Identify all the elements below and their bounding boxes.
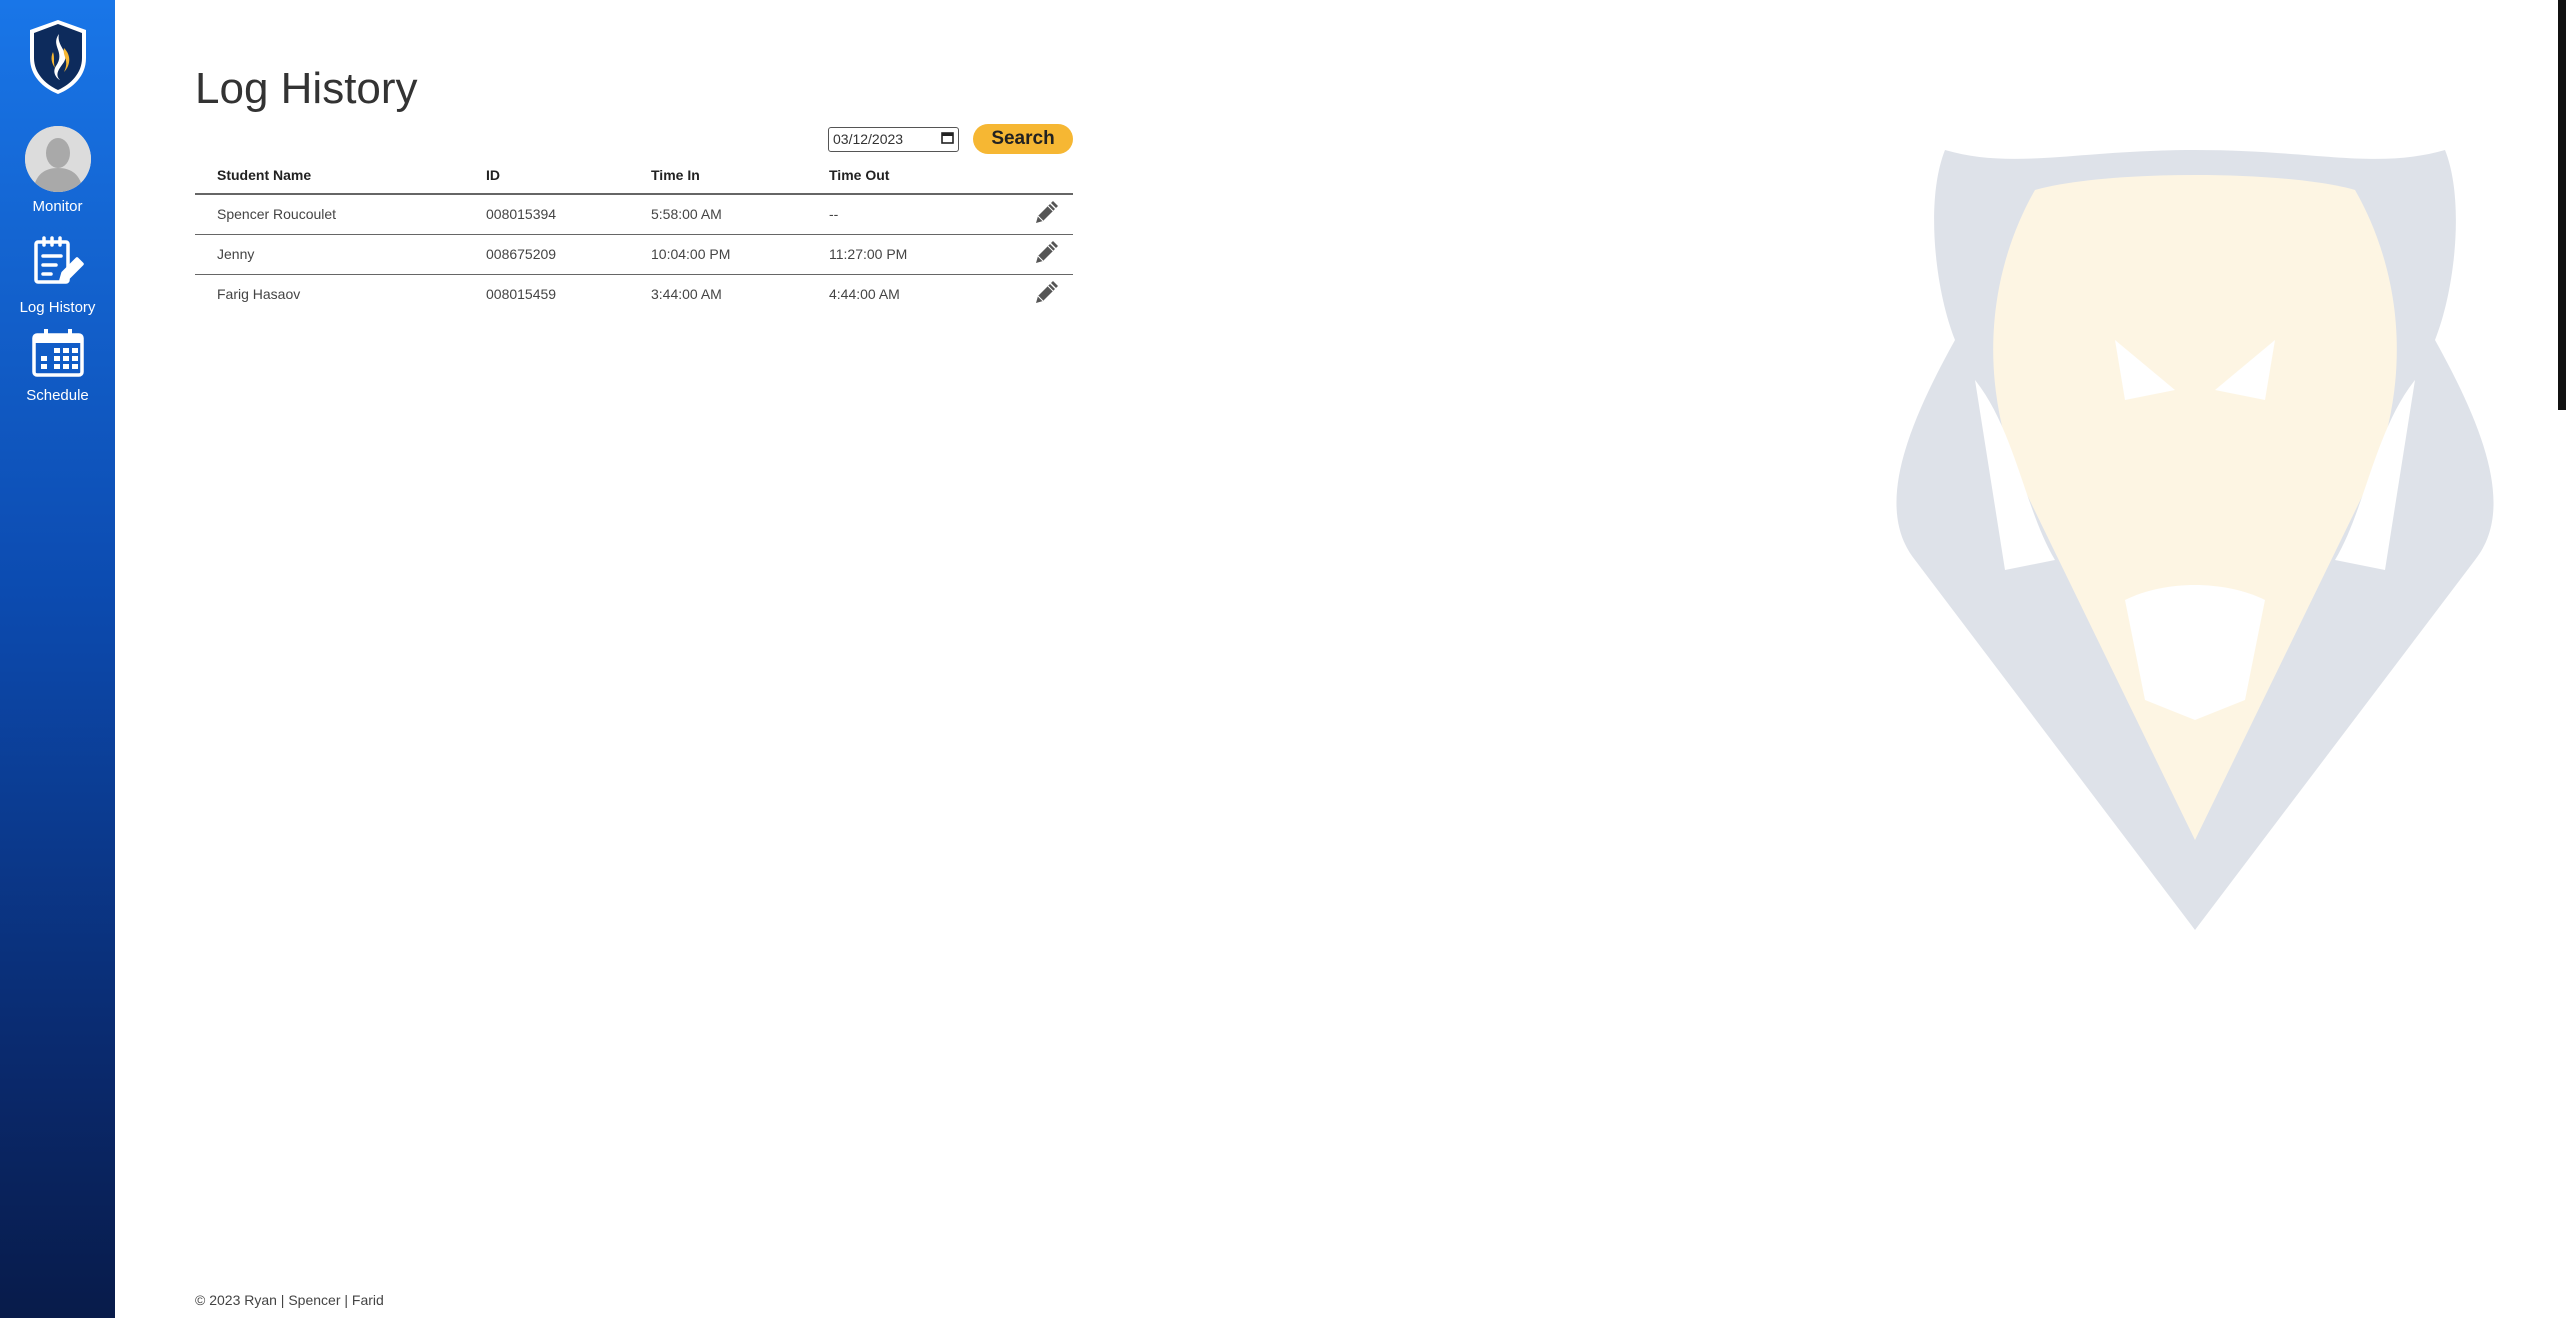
scrollbar-thumb[interactable] (2558, 0, 2566, 410)
cell-student-name: Farig Hasaov (217, 286, 301, 303)
column-header-id: ID (486, 157, 651, 195)
sidebar: Monitor Log History Schedule (0, 0, 115, 1318)
cell-student-name: Spencer Roucoulet (195, 194, 486, 235)
column-header-actions (999, 157, 1073, 195)
cell-time-in: 5:58:00 AM (651, 194, 829, 235)
edit-pencil-icon[interactable] (1033, 280, 1059, 309)
edit-pencil-icon[interactable] (1033, 240, 1059, 269)
cell-actions (999, 194, 1073, 235)
sidebar-item-log-history[interactable]: Log History (18, 236, 98, 317)
cell-student-name: Jenny (195, 234, 486, 275)
scrollbar-track[interactable] (2558, 0, 2566, 1318)
page-title: Log History (195, 64, 418, 113)
clipboard-edit-icon (32, 236, 84, 293)
sidebar-item-label: Schedule (26, 387, 89, 404)
date-value: 03/12/2023 (833, 131, 904, 147)
user-avatar-icon (24, 126, 91, 192)
cell-id: 008015394 (486, 194, 651, 235)
sidebar-item-schedule[interactable]: Schedule (26, 329, 89, 405)
calendar-icon (31, 329, 84, 382)
cell-id: 008015459 (486, 286, 557, 303)
sidebar-item-monitor[interactable]: Monitor (24, 126, 91, 216)
date-search-bar: 03/12/2023 Search (828, 124, 1073, 154)
column-header-time-in: Time In (651, 157, 829, 195)
column-header-student-name: Student Name (195, 157, 486, 195)
cell-time-in: 3:44:00 AM (651, 286, 722, 303)
cell-time-out: 4:44:00 AM (829, 286, 900, 303)
cell-time-in: 10:04:00 PM (651, 234, 829, 275)
date-input[interactable]: 03/12/2023 (828, 126, 959, 152)
cell-actions (999, 274, 1073, 314)
tiger-mascot-watermark (1875, 140, 2515, 940)
calendar-picker-icon[interactable] (941, 131, 954, 147)
table-row: Jenny 008675209 10:04:00 PM 11:27:00 PM (195, 234, 1073, 275)
cell-actions (999, 234, 1073, 275)
table-header-row: Student Name ID Time In Time Out (195, 157, 1073, 195)
cell-id: 008675209 (486, 234, 651, 275)
sidebar-item-label: Monitor (32, 198, 83, 215)
search-button[interactable]: Search (973, 124, 1073, 154)
edit-pencil-icon[interactable] (1033, 200, 1059, 229)
table-row: Farig Hasaov 008015459 3:44:00 AM 4:44:0… (195, 274, 1073, 314)
column-header-time-out: Time Out (829, 157, 999, 195)
table-row: Spencer Roucoulet 008015394 5:58:00 AM -… (195, 194, 1073, 235)
cell-time-out: -- (829, 194, 999, 235)
school-shield-logo[interactable] (26, 18, 90, 96)
cell-time-out: 11:27:00 PM (829, 234, 999, 275)
footer-copyright: © 2023 Ryan | Spencer | Farid (195, 1292, 384, 1308)
log-history-table: Student Name ID Time In Time Out Spencer… (195, 157, 1073, 314)
sidebar-item-label: Log History (19, 299, 96, 316)
